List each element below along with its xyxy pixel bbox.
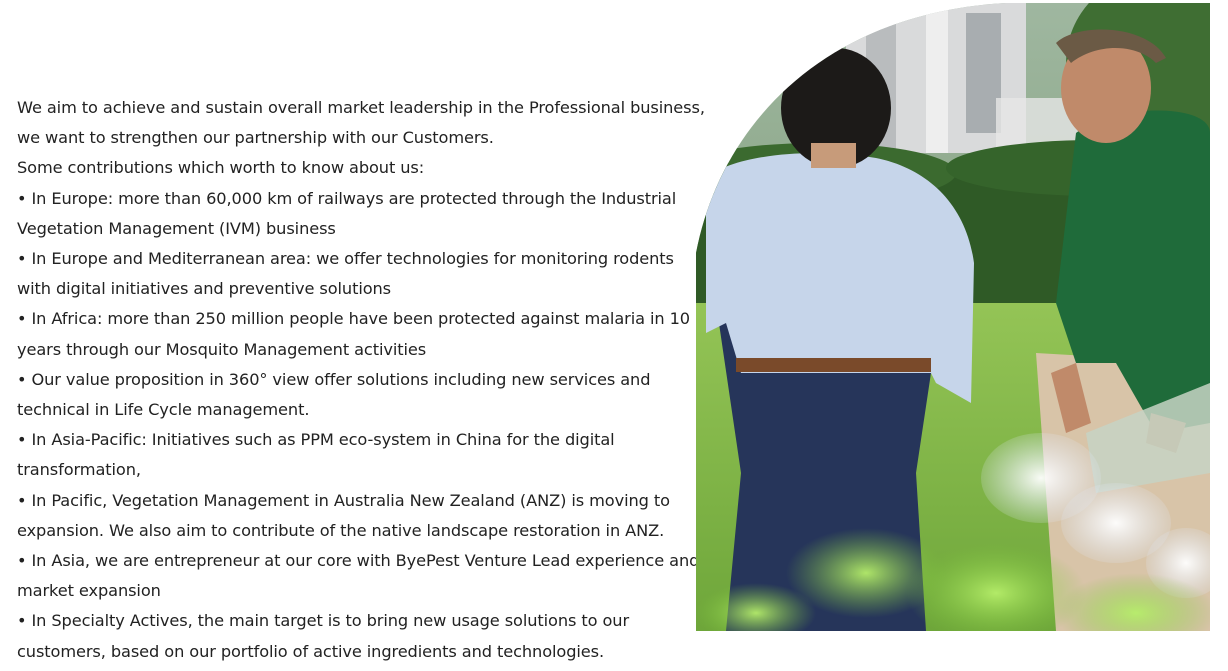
- bullet-pacific-vegetation: • In Pacific, Vegetation Management in A…: [17, 490, 670, 540]
- bullet-europe-railways: • In Europe: more than 60,000 km of rail…: [17, 188, 677, 238]
- bullet-asia-byepest: • In Asia, we are entrepreneur at our co…: [17, 551, 700, 601]
- bullet-europe-rodents: • In Europe and Mediterranean area: we o…: [17, 249, 674, 299]
- intro-paragraph: We aim to achieve and sustain overall ma…: [17, 98, 705, 148]
- contributions-heading: Some contributions which worth to know a…: [17, 158, 425, 178]
- bullet-specialty-actives: • In Specialty Actives, the main target …: [17, 611, 630, 661]
- bullet-value-proposition: • Our value proposition in 360° view off…: [17, 369, 651, 420]
- bullet-asia-pacific: • In Asia-Pacific: Initiatives such as P…: [17, 430, 615, 480]
- intro-text-block: We aim to achieve and sustain overall ma…: [17, 93, 707, 667]
- two-men-walking-photo: [696, 3, 1210, 631]
- bullet-africa-malaria: • In Africa: more than 250 million peopl…: [17, 309, 690, 359]
